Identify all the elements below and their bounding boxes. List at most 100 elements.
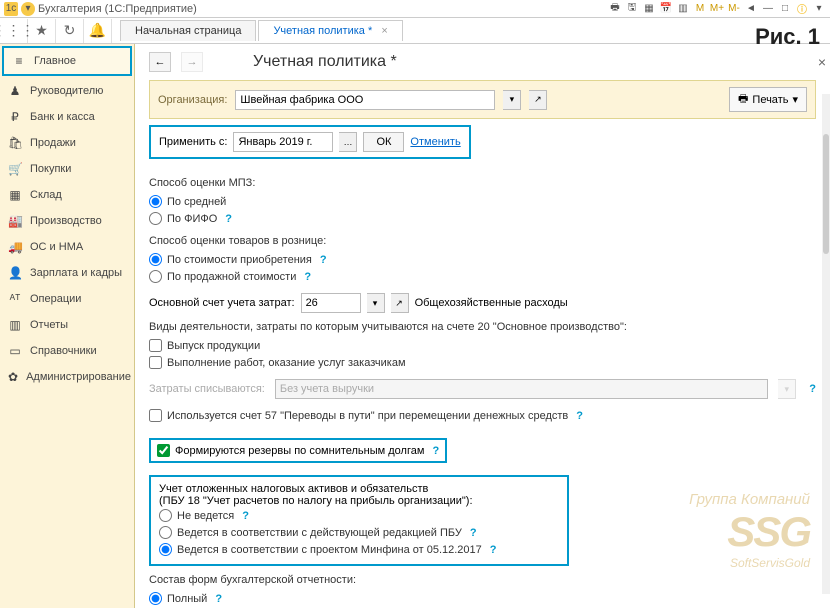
history-icon[interactable]: ↻ [56, 19, 84, 43]
sidebar-item-4[interactable]: 🛒Покупки [0, 156, 134, 182]
m-minus-icon[interactable]: M- [727, 2, 741, 16]
sidebar-item-7[interactable]: 🚚ОС и НМА [0, 234, 134, 260]
back-button[interactable]: ← [149, 52, 171, 72]
help-icon[interactable]: ? [225, 213, 232, 225]
forms-group: Состав форм бухгалтерской отчетности: По… [149, 574, 816, 608]
sidebar-label: Администрирование [26, 371, 131, 383]
apply-label: Применить с: [159, 136, 227, 148]
sidebar-icon: 🏭 [8, 214, 22, 228]
star-icon[interactable]: ★ [28, 19, 56, 43]
app-icon: 1c [4, 2, 18, 16]
transit-check[interactable]: Используется счет 57 "Переводы в пути" п… [149, 407, 816, 424]
mpz-fifo-radio[interactable]: По ФИФО? [149, 210, 816, 227]
help-icon[interactable]: ? [809, 383, 816, 395]
org-dropdown-icon[interactable]: ▾ [503, 90, 521, 110]
toolbar: ⋮⋮⋮ ★ ↻ 🔔 Начальная страница Учетная пол… [0, 18, 830, 44]
deferred-project-radio[interactable]: Ведется в соответствии с проектом Минфин… [159, 541, 559, 558]
forms-small-radio[interactable]: Для малых предприятий? [149, 607, 816, 608]
help-icon[interactable]: ? [432, 445, 439, 457]
retail-title: Способ оценки товаров в рознице: [149, 235, 816, 247]
menu-icon[interactable]: ⋮⋮⋮ [0, 19, 28, 43]
deferred-none-radio[interactable]: Не ведется? [159, 507, 559, 524]
cancel-link[interactable]: Отменить [410, 136, 460, 148]
sidebar-icon: ₽ [8, 110, 22, 124]
services-check[interactable]: Выполнение работ, оказание услуг заказчи… [149, 354, 816, 371]
maximize-icon[interactable]: □ [778, 2, 792, 16]
back-icon[interactable]: ◄ [744, 2, 758, 16]
retail-sale-radio[interactable]: По продажной стоимости? [149, 268, 816, 285]
help-icon[interactable]: ? [320, 254, 327, 266]
scrollbar[interactable] [822, 94, 830, 594]
help-icon[interactable]: ? [490, 544, 497, 556]
print-label: Печать [752, 94, 788, 106]
sidebar-item-6[interactable]: 🏭 Производство [0, 208, 134, 234]
sidebar-icon: ▦ [8, 188, 22, 202]
account-label: Основной счет учета затрат: [149, 297, 295, 309]
sidebar-item-8[interactable]: 👤 Зарплата и кадры [0, 260, 134, 286]
help-icon[interactable]: ? [242, 510, 249, 522]
activities-group: Виды деятельности, затраты по которым уч… [149, 321, 816, 371]
printer-icon: 🖶 [738, 90, 748, 109]
sidebar-label: Главное [34, 55, 76, 67]
sidebar-label: ОС и НМА [30, 241, 83, 253]
sidebar-icon: ᴬᵀ [8, 292, 22, 306]
account-input[interactable] [301, 293, 361, 313]
sidebar-item-5[interactable]: ▦Склад [0, 182, 134, 208]
help-icon[interactable]: ? [304, 271, 311, 283]
sidebar-label: Зарплата и кадры [30, 267, 122, 279]
sidebar-item-1[interactable]: ♟Руководителю [0, 78, 134, 104]
dropdown-icon[interactable]: ▾ [21, 2, 35, 16]
page-title: Учетная политика * [253, 53, 397, 71]
sidebar-item-2[interactable]: ₽Банк и касса [0, 104, 134, 130]
sidebar-item-12[interactable]: ✿Администрирование [0, 364, 134, 390]
account-dropdown-icon[interactable]: ▾ [367, 293, 385, 313]
calc-icon[interactable]: ▦ [642, 2, 656, 16]
date-picker-icon[interactable]: … [339, 132, 357, 152]
forward-button[interactable]: → [181, 52, 203, 72]
account-row: Основной счет учета затрат: ▾ ↗ Общехозя… [149, 293, 816, 313]
mpz-avg-radio[interactable]: По средней [149, 193, 816, 210]
help-icon[interactable]: ? [576, 410, 583, 422]
minimize-icon[interactable]: — [761, 2, 775, 16]
org-input[interactable] [235, 90, 495, 110]
scrollbar-thumb[interactable] [823, 134, 829, 254]
close-icon[interactable]: ▾ [812, 2, 826, 16]
calendar-icon[interactable]: 📅 [659, 2, 673, 16]
print-icon[interactable]: 🖶 [608, 2, 622, 16]
close-page-icon[interactable]: × [818, 54, 826, 70]
sidebar-label: Производство [30, 215, 102, 227]
sidebar-icon: 👤 [8, 266, 22, 280]
tab-policy[interactable]: Учетная политика * × [258, 20, 402, 41]
account-open-icon[interactable]: ↗ [391, 293, 409, 313]
reserves-highlight: Формируются резервы по сомнительным долг… [149, 438, 447, 463]
grid-icon[interactable]: ▥ [676, 2, 690, 16]
print-button[interactable]: 🖶 Печать ▾ [729, 87, 807, 112]
sidebar-icon: 🛍 [8, 136, 22, 150]
tab-home[interactable]: Начальная страница [120, 20, 256, 41]
tab-label: Учетная политика * [273, 25, 372, 37]
m-icon[interactable]: M [693, 2, 707, 16]
help-icon[interactable]: ⓘ [795, 2, 809, 16]
org-open-icon[interactable]: ↗ [529, 90, 547, 110]
sidebar-label: Продажи [30, 137, 76, 149]
deferred-current-radio[interactable]: Ведется в соответствии с действующей ред… [159, 524, 559, 541]
tab-close-icon[interactable]: × [381, 25, 387, 37]
sidebar-item-10[interactable]: ▥Отчеты [0, 312, 134, 338]
bell-icon[interactable]: 🔔 [84, 19, 112, 43]
reserves-check[interactable] [157, 444, 170, 457]
retail-cost-radio[interactable]: По стоимости приобретения? [149, 251, 816, 268]
help-icon[interactable]: ? [215, 593, 222, 605]
sidebar-item-3[interactable]: 🛍 Продажи [0, 130, 134, 156]
save-icon[interactable]: 🖫 [625, 2, 639, 16]
account-desc: Общехозяйственные расходы [415, 297, 568, 309]
production-check[interactable]: Выпуск продукции [149, 337, 816, 354]
apply-date-input[interactable] [233, 132, 333, 152]
help-icon[interactable]: ? [470, 527, 477, 539]
sidebar-item-0[interactable]: ≡Главное [2, 46, 132, 76]
forms-full-radio[interactable]: Полный? [149, 590, 816, 607]
m-plus-icon[interactable]: M+ [710, 2, 724, 16]
app-title: Бухгалтерия (1С:Предприятие) [38, 3, 197, 15]
sidebar-item-11[interactable]: ▭Справочники [0, 338, 134, 364]
sidebar-item-9[interactable]: ᴬᵀОперации [0, 286, 134, 312]
ok-button[interactable]: ОК [363, 132, 404, 152]
